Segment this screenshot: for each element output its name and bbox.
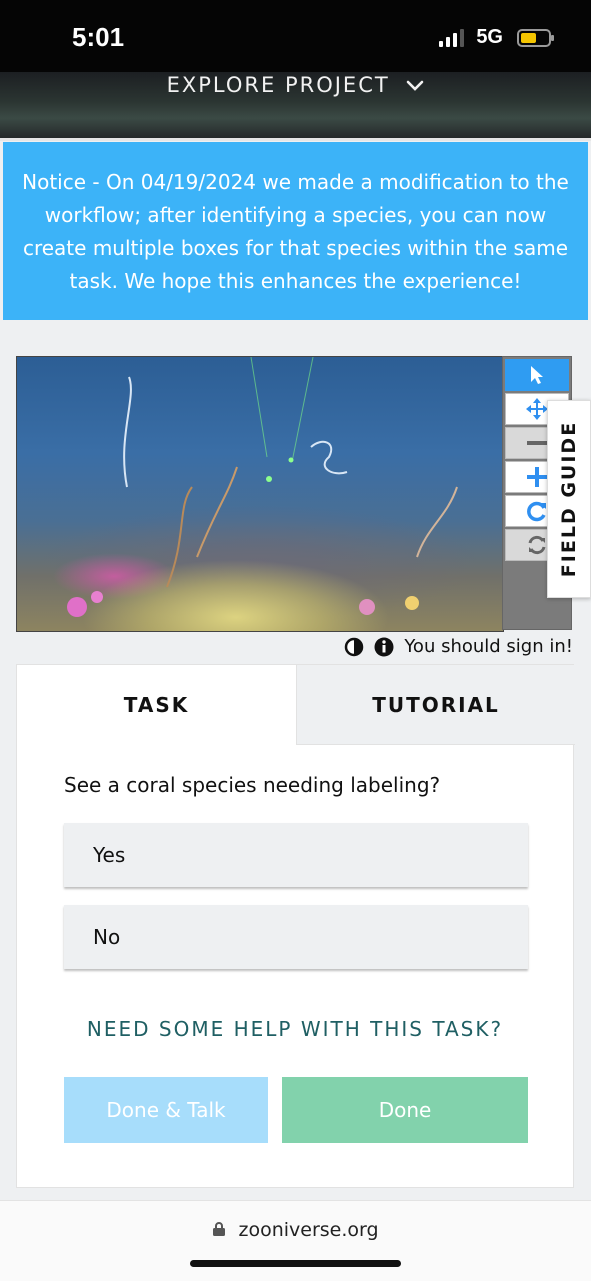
subject-viewer	[16, 356, 574, 632]
notice-banner: Notice - On 04/19/2024 we made a modific…	[3, 142, 588, 320]
done-and-talk-button[interactable]: Done & Talk	[64, 1077, 268, 1143]
chevron-down-icon	[406, 73, 424, 97]
answer-yes-button[interactable]: Yes	[64, 823, 528, 887]
done-button[interactable]: Done	[282, 1077, 528, 1143]
subject-image[interactable]	[16, 356, 504, 632]
zoom-in-icon	[527, 467, 547, 487]
invert-icon[interactable]	[344, 637, 364, 657]
task-question: See a coral species needing labeling?	[64, 773, 441, 797]
pointer-icon	[531, 366, 543, 384]
task-panel: TASK TUTORIAL See a coral species needin…	[16, 664, 575, 1188]
signal-icon	[439, 28, 465, 47]
network-type: 5G	[476, 26, 503, 48]
home-indicator	[190, 1260, 401, 1267]
answer-no-button[interactable]: No	[64, 905, 528, 969]
tab-tutorial[interactable]: TUTORIAL	[296, 665, 575, 745]
status-indicators: 5G	[439, 26, 554, 49]
pointer-tool-button[interactable]	[505, 359, 569, 391]
rotate-icon	[527, 501, 546, 522]
answer-label: Yes	[93, 843, 126, 867]
tab-task[interactable]: TASK	[17, 665, 296, 744]
url-text: zooniverse.org	[238, 1219, 379, 1241]
status-bar: 5:01 5G	[0, 0, 591, 72]
field-guide-label: FIELD GUIDE	[558, 420, 580, 578]
info-icon[interactable]	[374, 637, 394, 657]
move-icon	[526, 398, 548, 420]
sign-in-prompt[interactable]: You should sign in!	[404, 636, 573, 657]
field-guide-tab[interactable]: FIELD GUIDE	[547, 400, 591, 598]
explore-project-label: EXPLORE PROJECT	[166, 73, 390, 97]
lock-icon	[213, 1222, 226, 1236]
viewer-meta-row: You should sign in!	[344, 636, 573, 657]
explore-project-menu[interactable]: EXPLORE PROJECT	[0, 72, 591, 97]
status-time: 5:01	[72, 22, 125, 52]
zoom-out-icon	[527, 441, 547, 445]
task-help-link[interactable]: NEED SOME HELP WITH THIS TASK?	[17, 1017, 573, 1041]
coral-scene	[67, 357, 458, 617]
project-header: EXPLORE PROJECT	[0, 72, 591, 141]
answer-label: No	[93, 925, 121, 949]
reset-icon	[528, 535, 546, 555]
battery-icon	[517, 28, 554, 47]
browser-address-bar[interactable]: zooniverse.org	[0, 1200, 591, 1281]
url-display: zooniverse.org	[0, 1219, 591, 1241]
